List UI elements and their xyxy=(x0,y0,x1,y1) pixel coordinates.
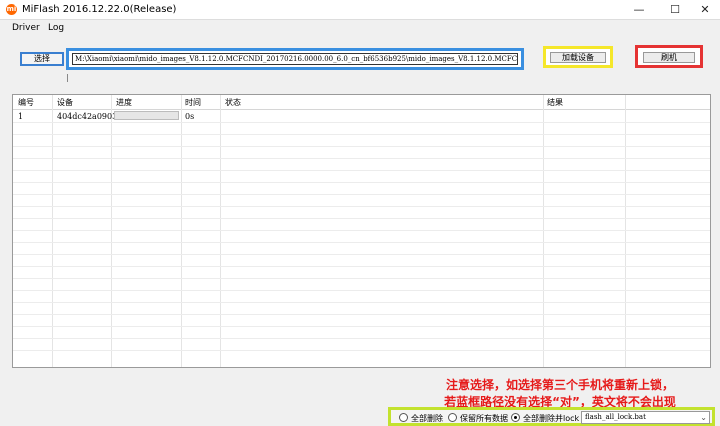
row-divider xyxy=(13,194,710,195)
flash-script-value: flash_all_lock.bat xyxy=(585,413,646,421)
radio-label-clean-all-and-lock[interactable]: 全部删除并lock xyxy=(523,413,579,424)
cell-time: 0s xyxy=(185,112,195,121)
maximize-icon[interactable]: ☐ xyxy=(660,0,690,20)
radio-label-clean-all[interactable]: 全部删除 xyxy=(411,413,443,424)
row-divider xyxy=(13,326,710,327)
column-header-id[interactable]: 编号 xyxy=(18,97,34,108)
device-table[interactable]: 编号 设备 进度 时间 状态 结果 1 404dc42a0903 0s xyxy=(12,94,711,368)
row-divider xyxy=(13,338,710,339)
path-highlight-box: M:\Xiaomi\xiaomi\mido_images_V8.1.12.0.M… xyxy=(66,48,524,70)
menu-bar: Driver Log xyxy=(0,20,720,36)
column-divider xyxy=(625,95,626,367)
row-divider xyxy=(13,218,710,219)
row-divider xyxy=(13,266,710,267)
row-divider xyxy=(13,170,710,171)
cell-id: 1 xyxy=(18,112,24,121)
row-divider xyxy=(13,350,710,351)
row-divider xyxy=(13,182,710,183)
radio-label-save-user-data[interactable]: 保留所有数据 xyxy=(460,413,508,424)
flash-options-highlight-box: 全部删除 保留所有数据 全部删除并lock flash_all_lock.bat… xyxy=(388,407,715,426)
row-divider xyxy=(13,290,710,291)
column-header-progress[interactable]: 进度 xyxy=(116,97,132,108)
row-divider xyxy=(13,122,710,123)
row-divider xyxy=(13,302,710,303)
radio-clean-all[interactable] xyxy=(399,413,408,422)
close-icon[interactable]: ✕ xyxy=(690,0,720,20)
column-header-time[interactable]: 时间 xyxy=(185,97,201,108)
chevron-down-icon[interactable]: ⌄ xyxy=(700,412,707,423)
menu-log[interactable]: Log xyxy=(48,23,64,33)
row-divider xyxy=(13,278,710,279)
row-divider xyxy=(13,254,710,255)
minimize-icon[interactable]: — xyxy=(624,0,654,20)
column-header-status[interactable]: 状态 xyxy=(225,97,241,108)
column-divider xyxy=(220,95,221,367)
column-divider xyxy=(52,95,53,367)
menu-driver[interactable]: Driver xyxy=(12,23,40,33)
flash-button[interactable]: 刷机 xyxy=(643,52,695,63)
load-device-button[interactable]: 加载设备 xyxy=(550,52,606,63)
progress-bar xyxy=(114,111,179,120)
miflash-logo-icon: mi xyxy=(6,4,17,15)
column-header-result[interactable]: 结果 xyxy=(547,97,563,108)
row-divider xyxy=(13,230,710,231)
column-divider xyxy=(111,95,112,367)
column-divider xyxy=(181,95,182,367)
row-divider xyxy=(13,314,710,315)
table-header: 编号 设备 进度 时间 状态 结果 xyxy=(13,95,710,110)
row-divider xyxy=(13,134,710,135)
row-divider xyxy=(13,146,710,147)
radio-clean-all-and-lock[interactable] xyxy=(511,413,520,422)
row-divider xyxy=(13,206,710,207)
title-bar: mi MiFlash 2016.12.22.0(Release) — ☐ ✕ xyxy=(0,0,720,20)
column-divider xyxy=(543,95,544,367)
flash-script-select[interactable]: flash_all_lock.bat ⌄ xyxy=(581,411,710,424)
row-divider xyxy=(13,242,710,243)
annotation-line-1: 注意选择，如选择第三个手机将重新上锁， xyxy=(445,378,674,392)
window-title: MiFlash 2016.12.22.0(Release) xyxy=(22,4,177,15)
radio-save-user-data[interactable] xyxy=(448,413,457,422)
row-divider xyxy=(13,158,710,159)
load-device-highlight-box: 加载设备 xyxy=(543,46,613,68)
cell-device: 404dc42a0903 xyxy=(57,112,118,121)
column-header-device[interactable]: 设备 xyxy=(57,97,73,108)
flash-highlight-box: 刷机 xyxy=(635,45,703,68)
text-cursor-marker xyxy=(67,74,68,82)
select-folder-button[interactable]: 选择 xyxy=(20,52,64,66)
rom-path-input[interactable]: M:\Xiaomi\xiaomi\mido_images_V8.1.12.0.M… xyxy=(72,53,518,65)
